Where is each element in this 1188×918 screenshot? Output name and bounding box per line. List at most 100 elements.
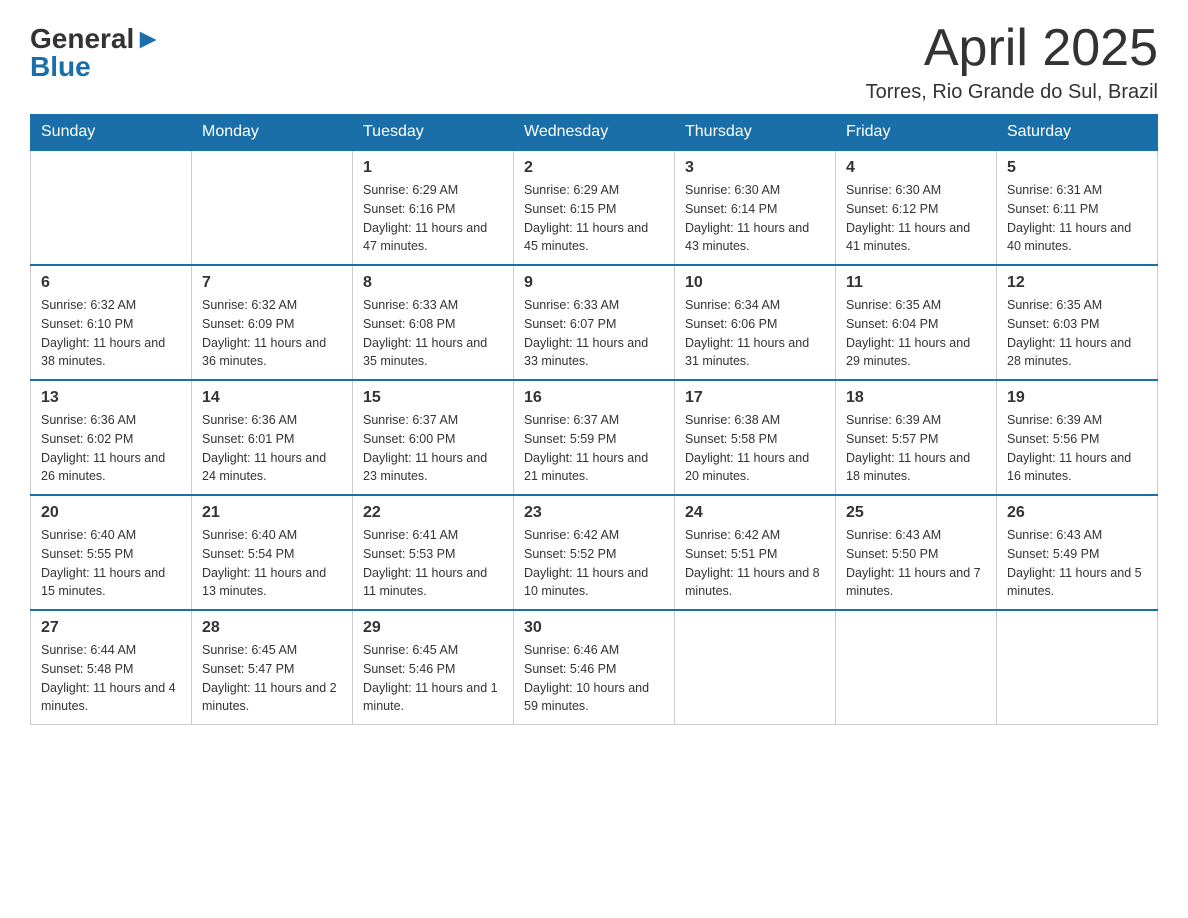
day-number: 23 [524,504,664,522]
day-info: Sunrise: 6:29 AMSunset: 6:16 PMDaylight:… [363,181,503,256]
day-number: 18 [846,389,986,407]
calendar-cell: 25 Sunrise: 6:43 AMSunset: 5:50 PMDayligh… [836,495,997,610]
day-number: 26 [1007,504,1147,522]
weekday-header-wednesday: Wednesday [514,115,675,151]
calendar-cell: 14 Sunrise: 6:36 AMSunset: 6:01 PMDayligh… [192,380,353,495]
calendar-cell: 8 Sunrise: 6:33 AMSunset: 6:08 PMDaylight… [353,265,514,380]
weekday-header-monday: Monday [192,115,353,151]
weekday-header-tuesday: Tuesday [353,115,514,151]
day-number: 15 [363,389,503,407]
day-info: Sunrise: 6:37 AMSunset: 6:00 PMDaylight:… [363,411,503,486]
calendar-cell: 10Sunrise: 6:34 AMSunset: 6:06 PMDayligh… [675,265,836,380]
calendar-cell [997,610,1158,725]
day-info: Sunrise: 6:40 AMSunset: 5:54 PMDaylight:… [202,526,342,601]
day-number: 24 [685,504,825,522]
day-number: 29 [363,619,503,637]
day-number: 10 [685,274,825,292]
day-info: Sunrise: 6:39 AMSunset: 5:56 PMDaylight:… [1007,411,1147,486]
weekday-header-saturday: Saturday [997,115,1158,151]
day-info: Sunrise: 6:31 AMSunset: 6:11 PMDaylight:… [1007,181,1147,256]
calendar-cell: 19Sunrise: 6:39 AMSunset: 5:56 PMDayligh… [997,380,1158,495]
calendar-cell: 29 Sunrise: 6:45 AMSunset: 5:46 PMDayligh… [353,610,514,725]
day-info: Sunrise: 6:29 AMSunset: 6:15 PMDaylight:… [524,181,664,256]
weekday-header-sunday: Sunday [31,115,192,151]
day-number: 28 [202,619,342,637]
day-number: 22 [363,504,503,522]
day-info: Sunrise: 6:32 AMSunset: 6:10 PMDaylight:… [41,296,181,371]
calendar-cell [192,150,353,265]
calendar-cell: 16 Sunrise: 6:37 AMSunset: 5:59 PMDayligh… [514,380,675,495]
location-title: Torres, Rio Grande do Sul, Brazil [866,81,1158,104]
day-number: 3 [685,159,825,177]
day-info: Sunrise: 6:40 AMSunset: 5:55 PMDaylight:… [41,526,181,601]
calendar-cell: 28 Sunrise: 6:45 AMSunset: 5:47 PMDayligh… [192,610,353,725]
calendar-week-row: 27 Sunrise: 6:44 AMSunset: 5:48 PMDayligh… [31,610,1158,725]
day-info: Sunrise: 6:46 AMSunset: 5:46 PMDaylight:… [524,641,664,716]
calendar-cell: 3 Sunrise: 6:30 AMSunset: 6:14 PMDaylight… [675,150,836,265]
day-info: Sunrise: 6:38 AMSunset: 5:58 PMDaylight:… [685,411,825,486]
calendar-cell: 1Sunrise: 6:29 AMSunset: 6:16 PMDaylight… [353,150,514,265]
month-title: April 2025 [866,20,1158,77]
day-info: Sunrise: 6:45 AMSunset: 5:47 PMDaylight:… [202,641,342,716]
calendar-cell: 12 Sunrise: 6:35 AMSunset: 6:03 PMDayligh… [997,265,1158,380]
day-info: Sunrise: 6:30 AMSunset: 6:12 PMDaylight:… [846,181,986,256]
day-number: 27 [41,619,181,637]
day-number: 5 [1007,159,1147,177]
calendar-cell: 5 Sunrise: 6:31 AMSunset: 6:11 PMDaylight… [997,150,1158,265]
calendar-cell: 4 Sunrise: 6:30 AMSunset: 6:12 PMDaylight… [836,150,997,265]
day-number: 12 [1007,274,1147,292]
day-info: Sunrise: 6:45 AMSunset: 5:46 PMDaylight:… [363,641,503,716]
calendar-cell [675,610,836,725]
calendar-cell: 18 Sunrise: 6:39 AMSunset: 5:57 PMDayligh… [836,380,997,495]
day-number: 13 [41,389,181,407]
calendar-cell: 24 Sunrise: 6:42 AMSunset: 5:51 PMDayligh… [675,495,836,610]
day-info: Sunrise: 6:35 AMSunset: 6:04 PMDaylight:… [846,296,986,371]
calendar-cell: 9Sunrise: 6:33 AMSunset: 6:07 PMDaylight… [514,265,675,380]
day-info: Sunrise: 6:43 AMSunset: 5:50 PMDaylight:… [846,526,986,601]
day-number: 16 [524,389,664,407]
calendar-cell: 17Sunrise: 6:38 AMSunset: 5:58 PMDayligh… [675,380,836,495]
day-info: Sunrise: 6:35 AMSunset: 6:03 PMDaylight:… [1007,296,1147,371]
day-info: Sunrise: 6:37 AMSunset: 5:59 PMDaylight:… [524,411,664,486]
day-number: 8 [363,274,503,292]
day-number: 14 [202,389,342,407]
calendar-cell: 23 Sunrise: 6:42 AMSunset: 5:52 PMDayligh… [514,495,675,610]
day-number: 7 [202,274,342,292]
day-info: Sunrise: 6:42 AMSunset: 5:51 PMDaylight:… [685,526,825,601]
day-number: 6 [41,274,181,292]
day-info: Sunrise: 6:32 AMSunset: 6:09 PMDaylight:… [202,296,342,371]
calendar-cell [31,150,192,265]
day-info: Sunrise: 6:33 AMSunset: 6:08 PMDaylight:… [363,296,503,371]
calendar-week-row: 20Sunrise: 6:40 AMSunset: 5:55 PMDayligh… [31,495,1158,610]
day-number: 9 [524,274,664,292]
title-block: April 2025 Torres, Rio Grande do Sul, Br… [866,20,1158,104]
weekday-header-row: SundayMondayTuesdayWednesdayThursdayFrid… [31,115,1158,151]
day-info: Sunrise: 6:44 AMSunset: 5:48 PMDaylight:… [41,641,181,716]
weekday-header-friday: Friday [836,115,997,151]
calendar-cell: 26Sunrise: 6:43 AMSunset: 5:49 PMDayligh… [997,495,1158,610]
calendar-week-row: 6 Sunrise: 6:32 AMSunset: 6:10 PMDaylight… [31,265,1158,380]
day-number: 25 [846,504,986,522]
calendar-cell: 7 Sunrise: 6:32 AMSunset: 6:09 PMDaylight… [192,265,353,380]
day-number: 30 [524,619,664,637]
calendar-cell [836,610,997,725]
day-info: Sunrise: 6:39 AMSunset: 5:57 PMDaylight:… [846,411,986,486]
day-number: 4 [846,159,986,177]
page-header: General► Blue April 2025 Torres, Rio Gra… [30,20,1158,104]
day-info: Sunrise: 6:36 AMSunset: 6:01 PMDaylight:… [202,411,342,486]
day-info: Sunrise: 6:41 AMSunset: 5:53 PMDaylight:… [363,526,503,601]
logo-arrow-icon: ► [134,23,162,54]
day-info: Sunrise: 6:30 AMSunset: 6:14 PMDaylight:… [685,181,825,256]
calendar-cell: 13Sunrise: 6:36 AMSunset: 6:02 PMDayligh… [31,380,192,495]
day-info: Sunrise: 6:42 AMSunset: 5:52 PMDaylight:… [524,526,664,601]
calendar-cell: 11Sunrise: 6:35 AMSunset: 6:04 PMDayligh… [836,265,997,380]
logo-general: General► [30,25,162,53]
calendar-cell: 22 Sunrise: 6:41 AMSunset: 5:53 PMDayligh… [353,495,514,610]
day-number: 2 [524,159,664,177]
calendar-cell: 15 Sunrise: 6:37 AMSunset: 6:00 PMDayligh… [353,380,514,495]
calendar-week-row: 1Sunrise: 6:29 AMSunset: 6:16 PMDaylight… [31,150,1158,265]
calendar-cell: 6 Sunrise: 6:32 AMSunset: 6:10 PMDaylight… [31,265,192,380]
weekday-header-thursday: Thursday [675,115,836,151]
logo: General► Blue [30,20,162,81]
calendar-cell: 27 Sunrise: 6:44 AMSunset: 5:48 PMDayligh… [31,610,192,725]
